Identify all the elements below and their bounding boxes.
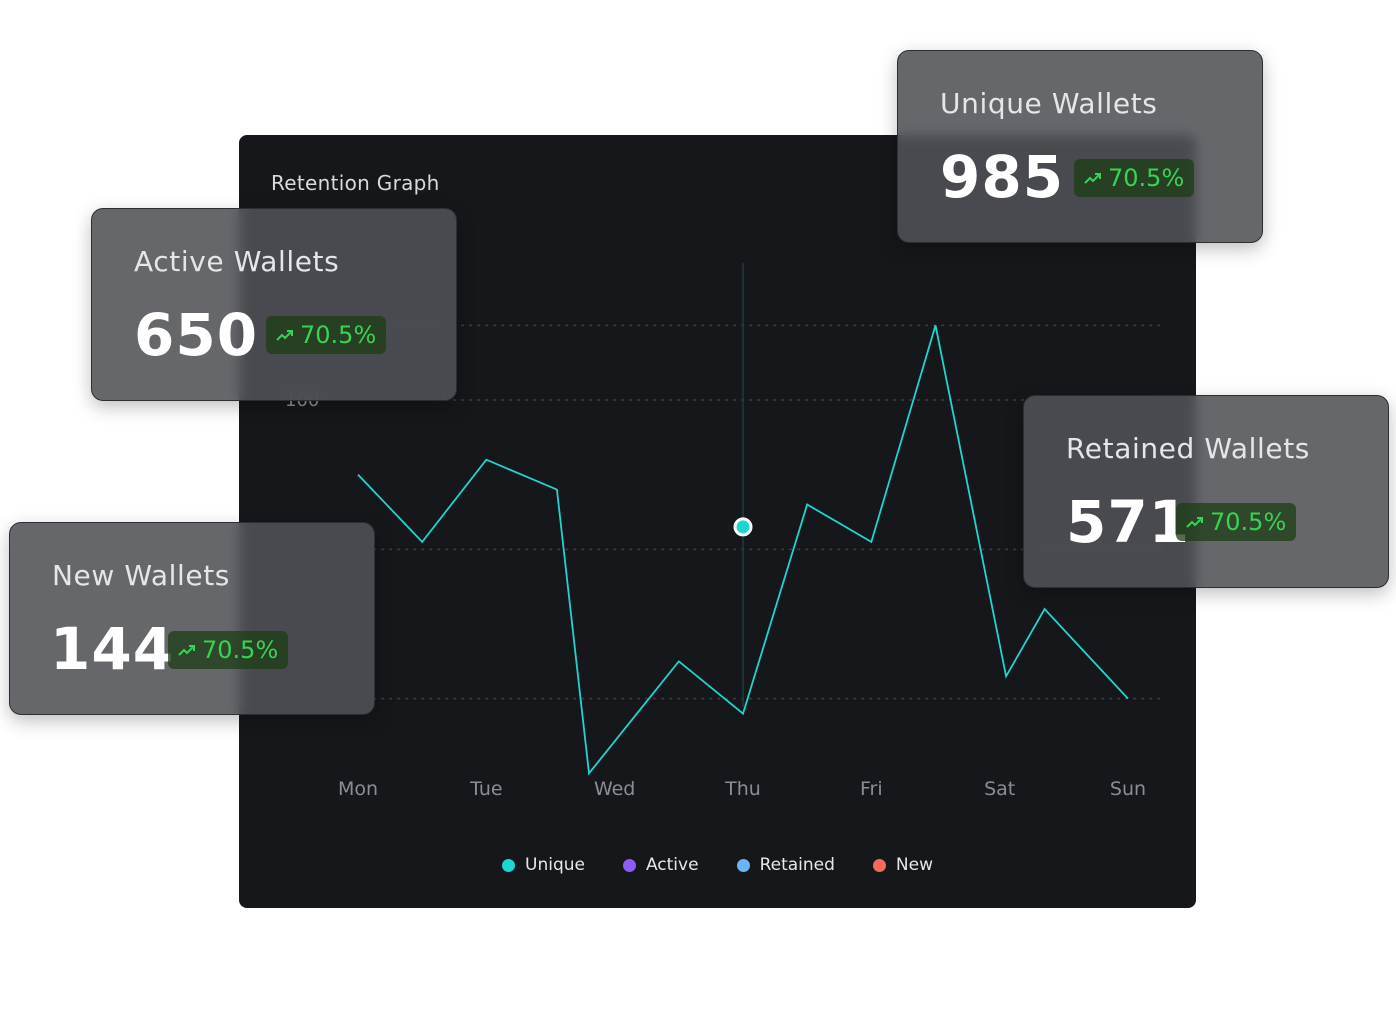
stat-label: New Wallets [52,559,230,592]
new-wallets-card: New Wallets 144 70.5% [9,522,375,715]
x-tick-label: Wed [594,778,635,800]
stage: Retention Graph 100MonTueWedThuFriSatSun… [0,0,1396,1020]
change-value: 70.5% [202,636,279,664]
legend-dot-active [622,858,636,872]
change-badge: 70.5% [1176,503,1297,541]
trending-up-icon [276,330,293,341]
legend-dot-retained [736,858,750,872]
legend-dot-new [872,858,886,872]
trending-up-icon [178,645,195,656]
highlight-point [733,517,753,537]
x-tick-label: Sat [984,778,1015,800]
stat-value: 571 [1066,488,1191,556]
x-tick-label: Thu [724,778,761,800]
legend-item-retained[interactable]: Retained [736,855,835,875]
x-tick-label: Fri [860,778,883,800]
legend-dot-unique [502,858,515,872]
legend-item-new[interactable]: New [872,855,933,875]
trending-up-icon [1084,173,1101,184]
legend-item-unique[interactable]: Unique [502,855,585,875]
retained-wallets-card: Retained Wallets 571 70.5% [1023,395,1389,588]
x-tick-label: Mon [338,778,378,800]
x-tick-label: Tue [469,778,502,800]
x-tick-label: Sun [1110,778,1146,800]
trending-up-icon [1186,517,1203,528]
stat-value: 650 [134,301,259,369]
stat-label: Active Wallets [134,245,340,278]
legend-label: New [895,855,933,875]
stat-value: 144 [50,615,175,683]
stat-value: 985 [940,143,1065,211]
active-wallets-card: Active Wallets 650 70.5% [91,208,457,401]
change-value: 70.5% [1210,508,1287,536]
change-value: 70.5% [300,321,377,349]
stat-label: Unique Wallets [940,87,1158,120]
legend-label: Unique [525,855,585,875]
change-badge: 70.5% [266,316,387,354]
legend-item-active[interactable]: Active [622,855,699,875]
stat-label: Retained Wallets [1066,432,1310,465]
chart-legend: Unique Active Retained New [239,855,1196,875]
change-badge: 70.5% [1074,159,1195,197]
change-value: 70.5% [1108,164,1185,192]
legend-label: Retained [759,855,835,875]
change-badge: 70.5% [168,631,289,669]
unique-wallets-card: Unique Wallets 985 70.5% [897,50,1263,243]
legend-label: Active [645,855,699,875]
